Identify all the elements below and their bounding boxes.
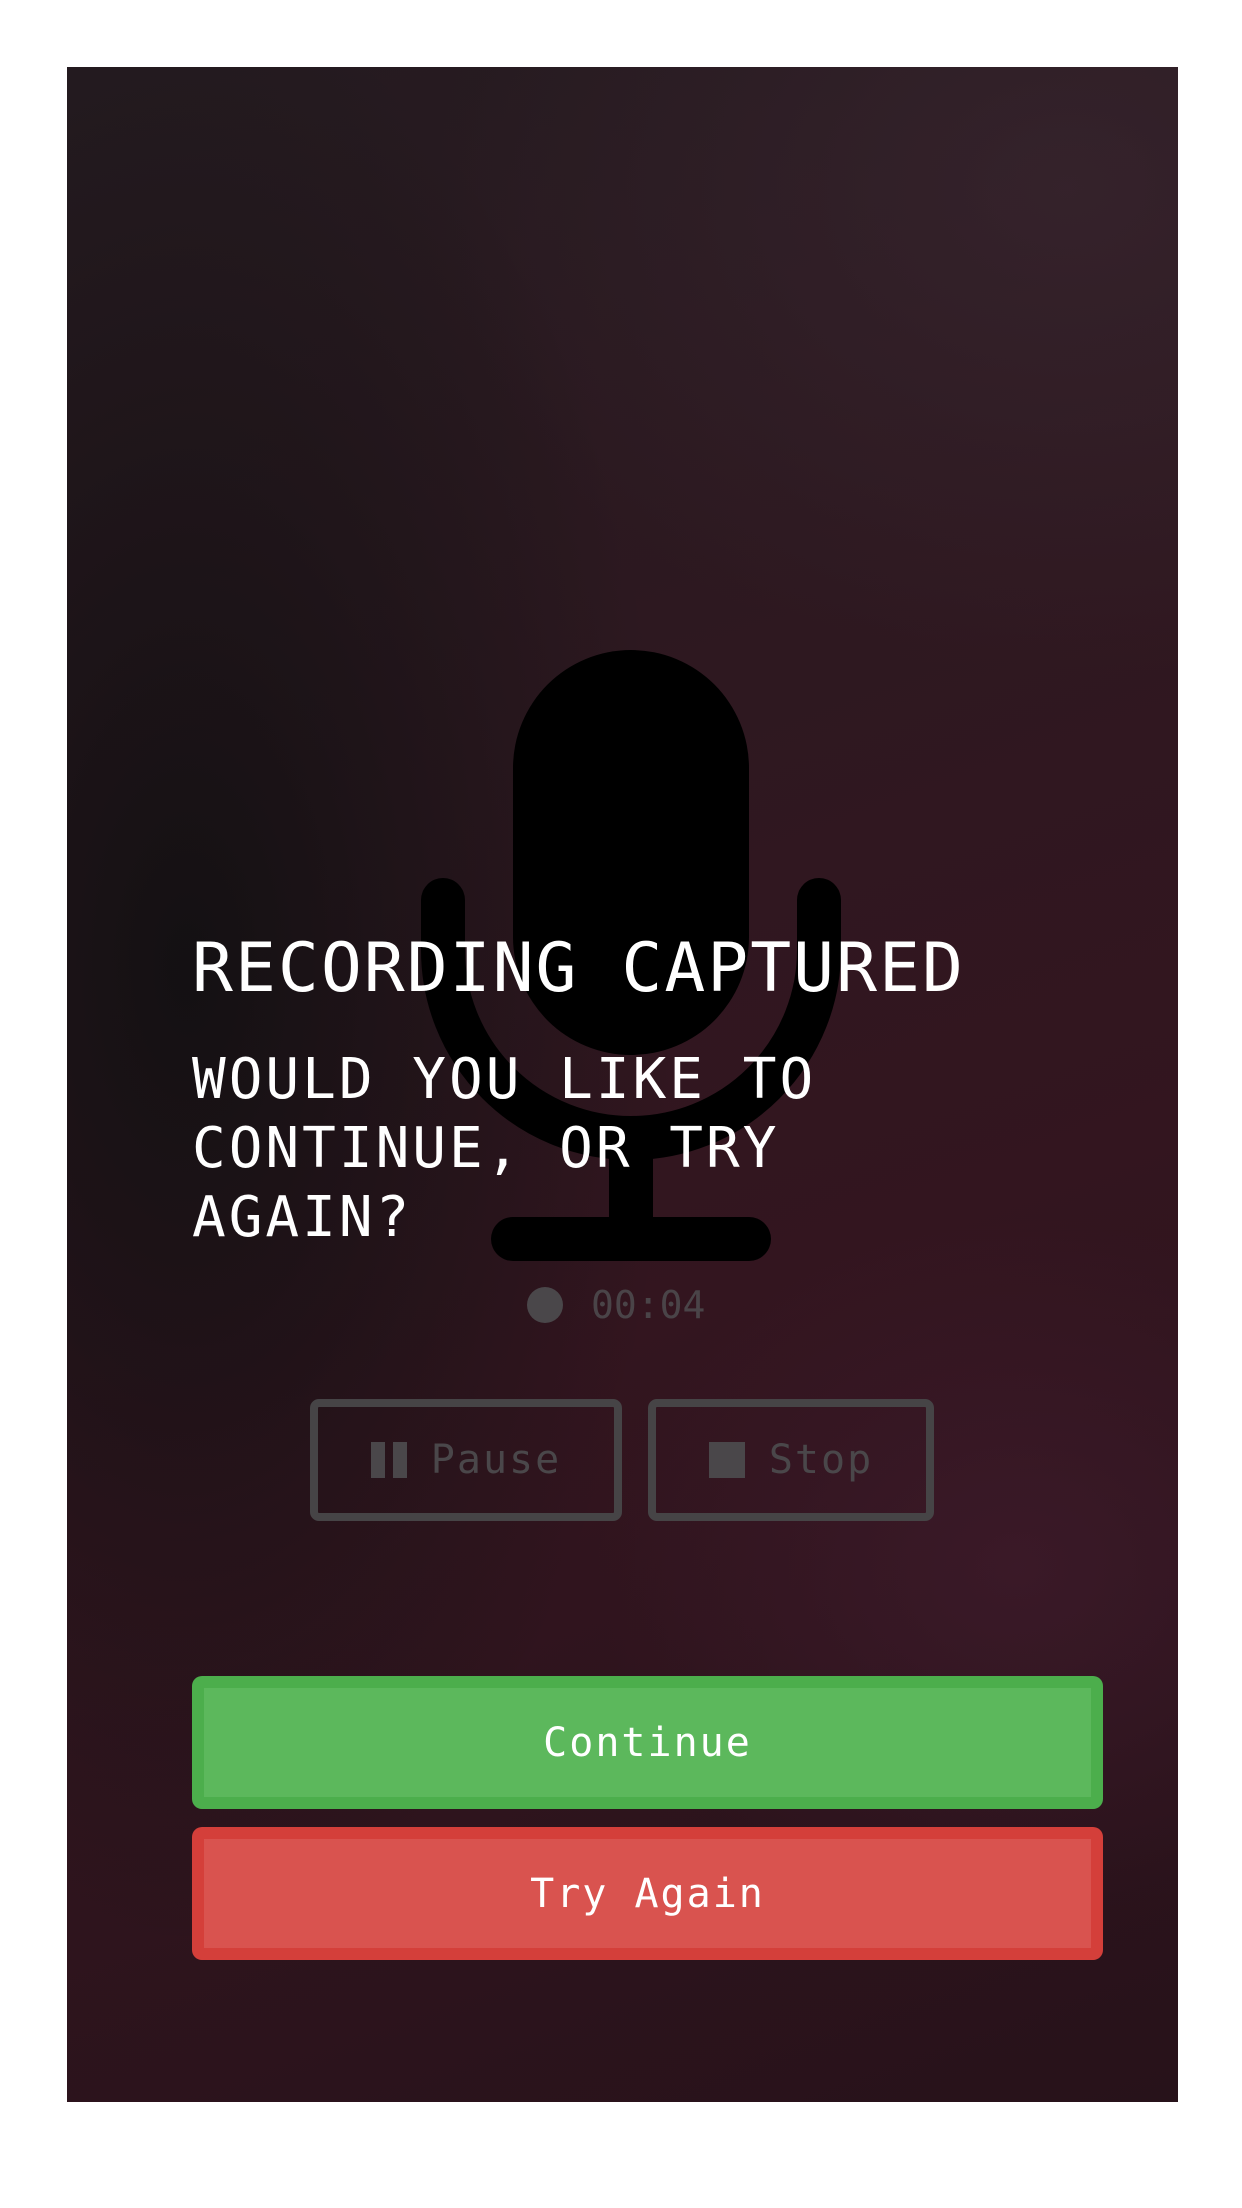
try-again-label: Try Again	[530, 1870, 765, 1917]
pause-button[interactable]: Pause	[310, 1399, 622, 1521]
dialog-title: RECORDING CAPTURED	[192, 929, 965, 1008]
try-again-button[interactable]: Try Again	[192, 1827, 1103, 1960]
recording-screen: RECORDING CAPTURED WOULD YOU LIKE TO CON…	[67, 67, 1178, 2102]
stop-label: Stop	[768, 1437, 874, 1483]
stop-button[interactable]: Stop	[648, 1399, 934, 1521]
dialog-subtitle: WOULD YOU LIKE TO CONTINUE, OR TRY AGAIN…	[192, 1047, 817, 1250]
continue-button[interactable]: Continue	[192, 1676, 1103, 1809]
record-dot-icon	[527, 1287, 563, 1323]
recording-timer: 00:04	[527, 1280, 705, 1330]
stop-icon	[708, 1442, 745, 1478]
elapsed-time: 00:04	[591, 1283, 706, 1327]
pause-label: Pause	[430, 1437, 562, 1483]
continue-label: Continue	[543, 1719, 752, 1766]
pause-icon	[370, 1442, 407, 1478]
